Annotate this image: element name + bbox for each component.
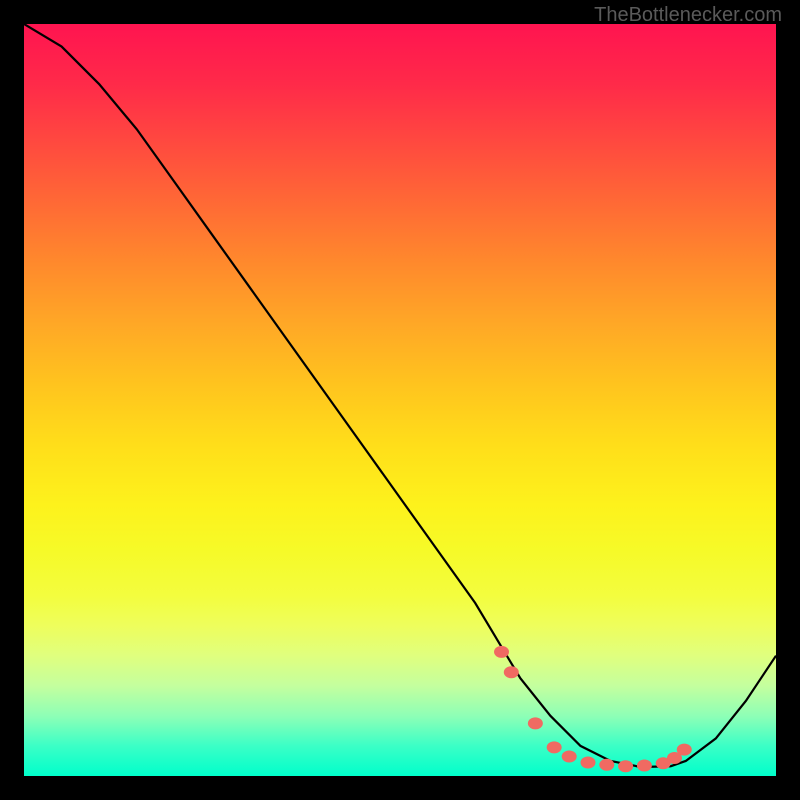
marker-point: [494, 646, 509, 658]
marker-point: [562, 750, 577, 762]
marker-point: [581, 756, 596, 768]
marker-point: [528, 717, 543, 729]
marker-point: [504, 666, 519, 678]
marker-point: [677, 744, 692, 756]
plot-area: [24, 24, 776, 776]
chart-svg: [24, 24, 776, 776]
curve-line: [24, 24, 776, 767]
marker-point: [599, 759, 614, 771]
marker-point: [547, 741, 562, 753]
watermark-text: TheBottlenecker.com: [594, 4, 782, 27]
marker-point: [637, 759, 652, 771]
marker-point: [618, 760, 633, 772]
